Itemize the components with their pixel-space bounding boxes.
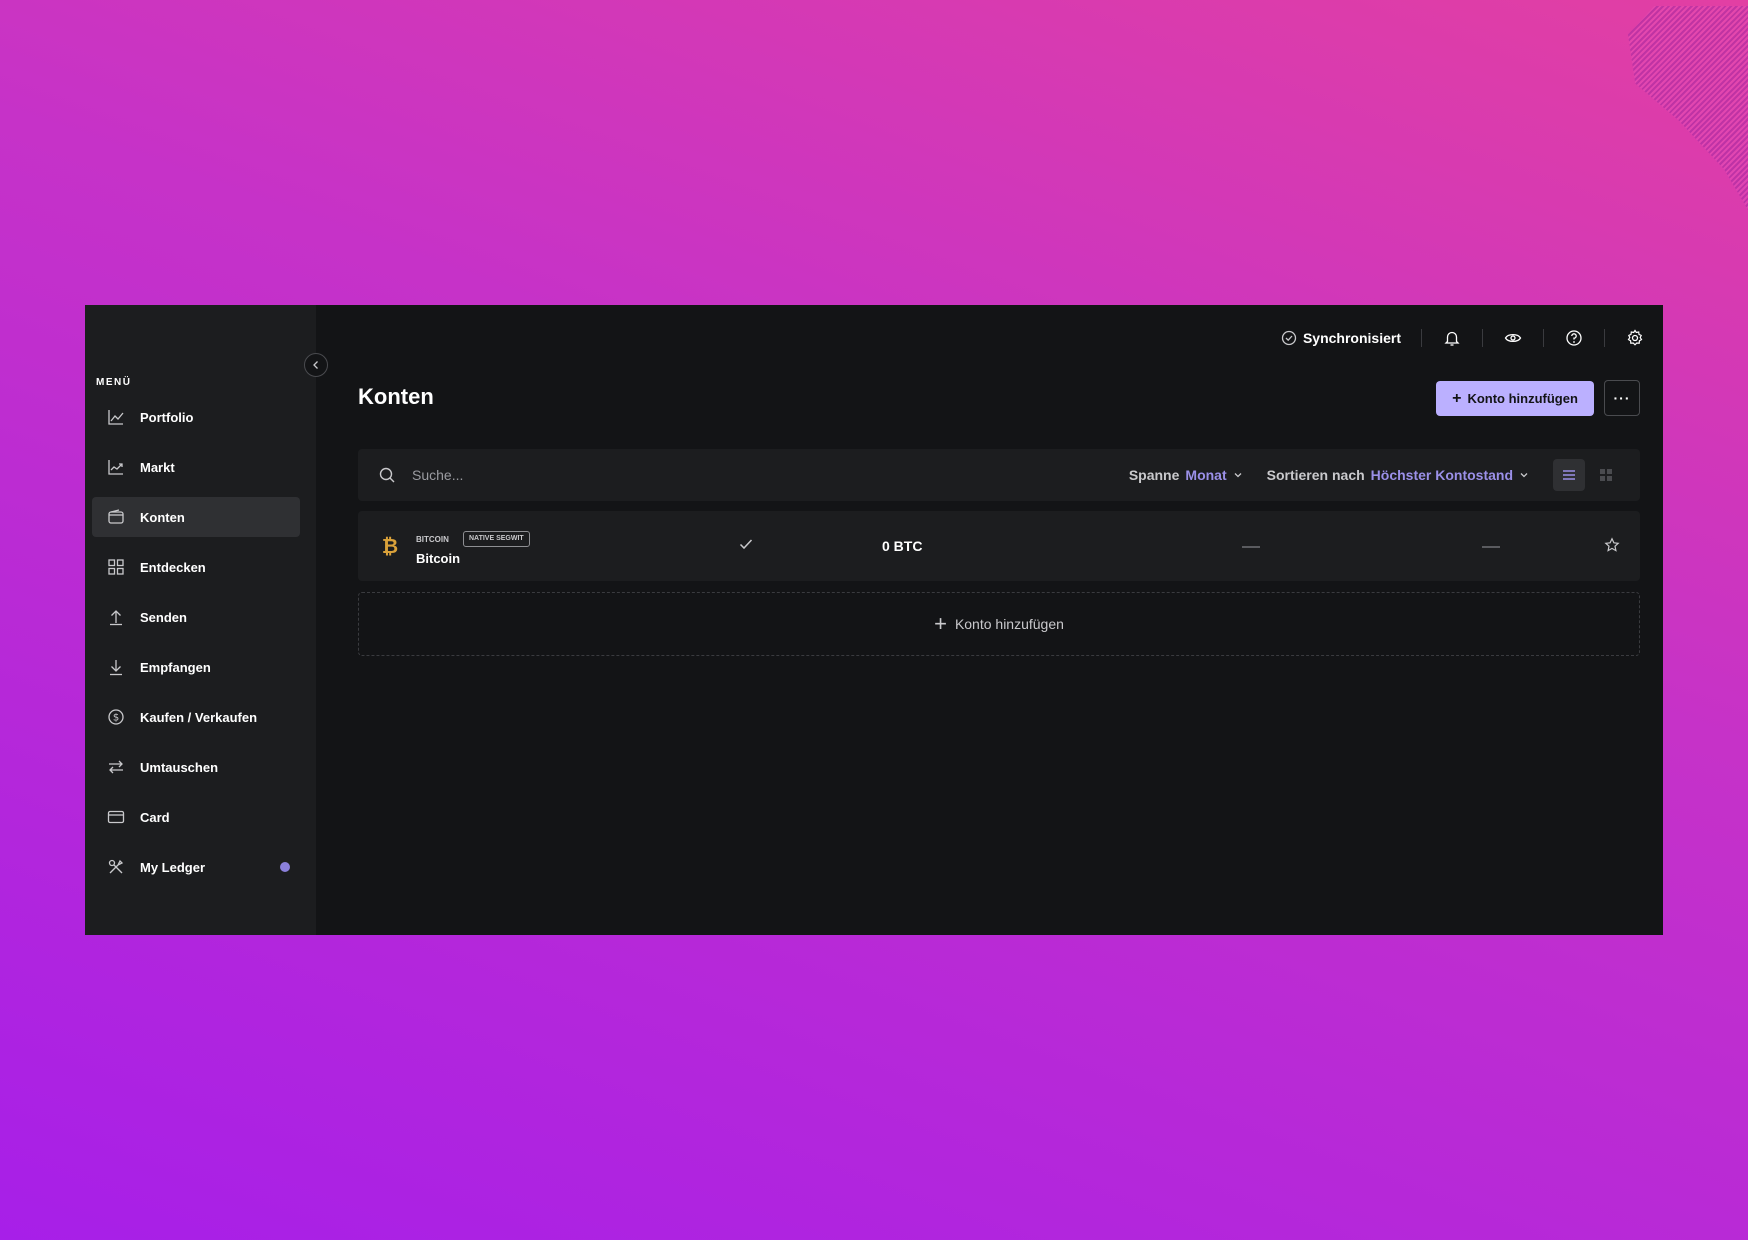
settings-button[interactable] bbox=[1625, 328, 1645, 348]
tools-icon bbox=[106, 857, 126, 877]
sidebar-item-label: Umtauschen bbox=[140, 759, 219, 775]
sort-filter[interactable]: Sortieren nach Höchster Kontostand bbox=[1267, 467, 1529, 483]
star-icon[interactable] bbox=[1604, 537, 1620, 553]
sidebar-item-label: My Ledger bbox=[140, 859, 206, 875]
notification-dot bbox=[280, 862, 290, 872]
help-button[interactable] bbox=[1564, 328, 1584, 348]
search-icon bbox=[378, 465, 398, 485]
main-content: Synchronisiert Konten + Konto hinzufügen bbox=[316, 305, 1663, 935]
swap-icon bbox=[106, 757, 126, 777]
grid-view-button[interactable] bbox=[1590, 459, 1622, 491]
account-name: Bitcoin bbox=[416, 551, 461, 566]
add-account-button[interactable]: + Konto hinzufügen bbox=[1436, 381, 1594, 416]
grid-icon bbox=[106, 557, 126, 577]
arrow-down-icon bbox=[106, 657, 126, 677]
sync-status-label: Synchronisiert bbox=[1302, 330, 1401, 346]
arrow-up-icon bbox=[106, 607, 126, 627]
sidebar-item-label: Konten bbox=[140, 509, 185, 525]
change-placeholder bbox=[1482, 546, 1500, 548]
range-filter-value: Monat bbox=[1185, 467, 1227, 483]
app-window: MENÜ Portfolio Markt Konten Entdecken Se… bbox=[85, 305, 1663, 935]
account-type-tag: NATIVE SEGWIT bbox=[463, 531, 530, 547]
sync-status[interactable]: Synchronisiert bbox=[1281, 330, 1401, 346]
chart-line-icon bbox=[106, 407, 126, 427]
sidebar-item-entdecken[interactable]: Entdecken bbox=[92, 547, 300, 587]
range-filter-label: Spanne bbox=[1128, 467, 1180, 483]
svg-text:₿: ₿ bbox=[382, 535, 398, 557]
help-icon bbox=[1566, 330, 1582, 346]
trend-icon bbox=[106, 457, 126, 477]
topbar-separator bbox=[1604, 329, 1605, 347]
sidebar-item-my-ledger[interactable]: My Ledger bbox=[92, 847, 300, 887]
chevron-down-icon bbox=[1520, 473, 1528, 478]
sidebar-item-label: Kaufen / Verkaufen bbox=[140, 709, 258, 725]
notifications-button[interactable] bbox=[1442, 328, 1462, 348]
chevron-down-icon bbox=[1234, 473, 1242, 478]
eye-icon bbox=[1504, 333, 1522, 343]
bitcoin-icon: ₿ bbox=[382, 535, 398, 557]
more-icon: ··· bbox=[1613, 390, 1631, 406]
sidebar-item-label: Markt bbox=[140, 459, 175, 475]
plus-icon: + bbox=[934, 611, 947, 636]
search-input[interactable] bbox=[410, 466, 714, 484]
page-title: Konten bbox=[358, 384, 434, 409]
sidebar: MENÜ Portfolio Markt Konten Entdecken Se… bbox=[85, 305, 328, 935]
topbar-separator bbox=[1482, 329, 1483, 347]
sidebar-item-empfangen[interactable]: Empfangen bbox=[92, 647, 300, 687]
bell-icon bbox=[1444, 331, 1460, 346]
account-ticker: BITCOIN bbox=[416, 535, 449, 544]
sort-filter-value: Höchster Kontostand bbox=[1370, 467, 1513, 483]
plus-icon: + bbox=[1452, 389, 1462, 407]
sidebar-item-portfolio[interactable]: Portfolio bbox=[92, 397, 300, 437]
countervalue-placeholder bbox=[1242, 546, 1260, 548]
menu-title: MENÜ bbox=[96, 377, 132, 388]
accounts-toolbar: Spanne Monat Sortieren nach Höchster Kon… bbox=[358, 449, 1640, 501]
sidebar-item-label: Empfangen bbox=[140, 659, 211, 675]
topbar: Synchronisiert bbox=[1281, 323, 1645, 353]
more-options-button[interactable]: ··· bbox=[1604, 380, 1640, 416]
sidebar-item-label: Portfolio bbox=[140, 409, 194, 425]
add-account-label: Konto hinzufügen bbox=[1467, 391, 1578, 406]
background-decoration bbox=[1628, 6, 1748, 210]
sidebar-nav: Portfolio Markt Konten Entdecken Senden … bbox=[92, 397, 300, 897]
card-icon bbox=[106, 807, 126, 827]
sidebar-item-markt[interactable]: Markt bbox=[92, 447, 300, 487]
sidebar-item-label: Entdecken bbox=[140, 559, 206, 575]
grid-icon bbox=[1600, 469, 1612, 481]
sidebar-item-konten[interactable]: Konten bbox=[92, 497, 300, 537]
list-icon bbox=[1563, 470, 1575, 480]
check-icon bbox=[739, 539, 753, 550]
account-row[interactable]: ₿ BITCOIN NATIVE SEGWIT Bitcoin 0 BTC bbox=[358, 511, 1640, 581]
sidebar-item-umtauschen[interactable]: Umtauschen bbox=[92, 747, 300, 787]
dollar-icon: $ bbox=[106, 707, 126, 727]
sidebar-item-kaufen-verkaufen[interactable]: $ Kaufen / Verkaufen bbox=[92, 697, 300, 737]
add-account-row-label: Konto hinzufügen bbox=[954, 616, 1064, 632]
topbar-separator bbox=[1421, 329, 1422, 347]
account-balance: 0 BTC bbox=[882, 538, 923, 554]
svg-text:$: $ bbox=[113, 713, 119, 724]
add-account-row[interactable]: + Konto hinzufügen bbox=[358, 592, 1640, 656]
sidebar-item-card[interactable]: Card bbox=[92, 797, 300, 837]
sort-filter-label: Sortieren nach bbox=[1266, 467, 1365, 483]
sidebar-item-senden[interactable]: Senden bbox=[92, 597, 300, 637]
topbar-separator bbox=[1543, 329, 1544, 347]
list-view-button[interactable] bbox=[1553, 459, 1585, 491]
check-circle-icon bbox=[1281, 330, 1297, 346]
gear-icon bbox=[1627, 329, 1643, 346]
range-filter[interactable]: Spanne Monat bbox=[1129, 467, 1243, 483]
sidebar-item-label: Card bbox=[140, 809, 170, 825]
sidebar-item-label: Senden bbox=[140, 609, 187, 625]
toggle-visibility-button[interactable] bbox=[1503, 328, 1523, 348]
wallet-icon bbox=[106, 507, 126, 527]
